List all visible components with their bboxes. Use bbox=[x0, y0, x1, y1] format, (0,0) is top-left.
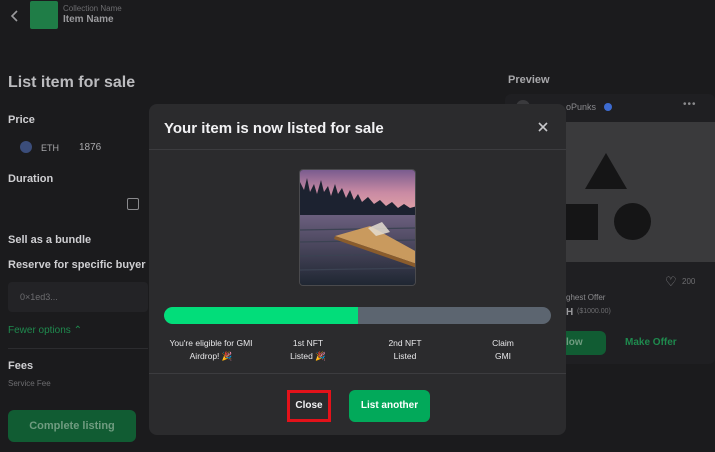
complete-listing-button[interactable]: Complete listing bbox=[8, 410, 136, 442]
listing-progress-bar bbox=[164, 307, 551, 324]
buyer-address-input[interactable]: 0×1ed3... bbox=[8, 282, 148, 312]
item-image bbox=[299, 169, 416, 286]
preview-collection-name: oPunks bbox=[566, 102, 597, 112]
step-second-nft-listed: 2nd NFT Listed bbox=[388, 338, 422, 361]
preview-image bbox=[566, 122, 715, 262]
modal-title: Your item is now listed for sale bbox=[164, 120, 384, 137]
divider bbox=[8, 348, 148, 349]
fewer-options-link[interactable]: Fewer options ⌃ bbox=[8, 325, 82, 336]
list-another-button[interactable]: List another bbox=[349, 390, 430, 422]
reserve-buyer-label: Reserve for specific buyer bbox=[8, 259, 146, 271]
make-offer-button[interactable]: Make Offer bbox=[625, 337, 677, 348]
preview-label: Preview bbox=[508, 74, 550, 86]
listed-modal: Your item is now listed for sale You're … bbox=[149, 104, 566, 435]
circle-shape bbox=[614, 203, 651, 240]
modal-divider bbox=[149, 373, 566, 374]
fees-label: Fees bbox=[8, 360, 34, 372]
verified-badge-icon bbox=[604, 103, 612, 111]
close-button[interactable]: Close bbox=[287, 390, 331, 422]
currency-select[interactable]: ETH bbox=[41, 143, 59, 153]
triangle-shape bbox=[585, 153, 627, 189]
heart-icon[interactable]: ♡ bbox=[665, 274, 677, 290]
modal-divider bbox=[149, 149, 566, 150]
price-input[interactable]: 1876 bbox=[79, 142, 101, 153]
back-arrow-icon[interactable] bbox=[10, 10, 20, 22]
buy-now-button[interactable]: low bbox=[566, 331, 606, 355]
step-claim-gmi: Claim GMI bbox=[492, 338, 514, 361]
price-label: Price bbox=[8, 114, 35, 126]
duration-label: Duration bbox=[8, 173, 54, 185]
highest-offer-value: H bbox=[566, 307, 574, 318]
calendar-icon[interactable] bbox=[127, 198, 139, 210]
chevron-up-icon: ⌃ bbox=[73, 325, 82, 336]
step-first-nft-listed: 1st NFT Listed 🎉 bbox=[290, 338, 326, 361]
collection-name: Collection Name bbox=[63, 4, 122, 13]
bundle-label: Sell as a bundle bbox=[8, 234, 92, 246]
progress-fill bbox=[164, 307, 358, 324]
item-name: Item Name bbox=[63, 14, 114, 25]
top-bar: Collection Name Item Name bbox=[0, 0, 715, 34]
more-options-icon[interactable]: ••• bbox=[683, 99, 697, 110]
highest-offer-usd: ($1000.00) bbox=[577, 308, 611, 315]
highest-offer-label: ghest Offer bbox=[566, 293, 606, 302]
collection-thumbnail bbox=[30, 1, 58, 29]
service-fee-label: Service Fee bbox=[8, 379, 51, 388]
square-shape bbox=[566, 204, 598, 240]
close-icon[interactable] bbox=[537, 121, 549, 133]
page-title: List item for sale bbox=[8, 74, 136, 91]
eth-icon bbox=[20, 141, 32, 153]
like-count: 200 bbox=[682, 277, 696, 286]
step-gmi-eligible: You're eligible for GMI Airdrop! 🎉 bbox=[169, 338, 253, 361]
buyer-address-placeholder: 0×1ed3... bbox=[20, 292, 58, 302]
